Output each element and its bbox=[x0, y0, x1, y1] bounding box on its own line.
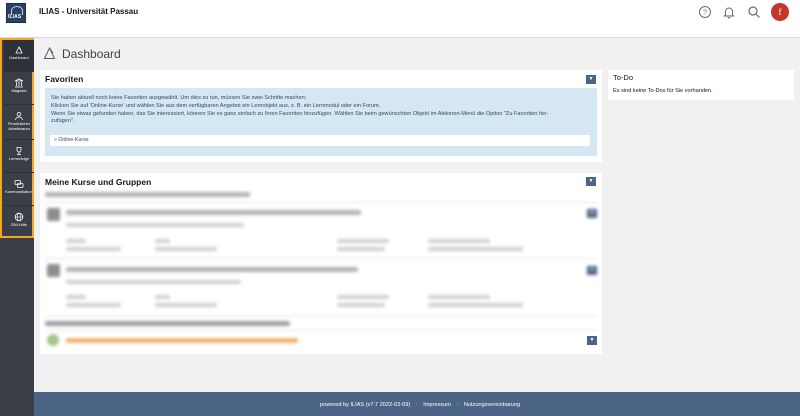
course-thumbnail bbox=[47, 208, 60, 221]
footer-separator: · bbox=[456, 402, 459, 408]
blurred-meta bbox=[66, 303, 121, 307]
courses-panel: Meine Kurse und Gruppen ▼ ▼ ▼ ▼ bbox=[40, 173, 602, 354]
blurred-meta bbox=[428, 239, 490, 243]
todo-heading: To-Do bbox=[613, 73, 634, 82]
row-separator bbox=[45, 258, 597, 259]
mainbar-item-magazin[interactable]: Magazin bbox=[4, 73, 34, 105]
top-header: ILIAS ILIAS - Universität Passau ? f bbox=[0, 0, 800, 38]
notification-bell-icon[interactable] bbox=[722, 5, 736, 19]
blurred-meta bbox=[66, 295, 86, 299]
mainbar-label: Lernerfolge bbox=[8, 156, 30, 161]
blurred-group-header bbox=[45, 321, 290, 326]
mainbar-label: Dashboard bbox=[9, 55, 29, 60]
info-line: Wenn Sie etwas gefunden haben, das Sie i… bbox=[51, 110, 549, 117]
blurred-course-subtitle bbox=[66, 223, 244, 227]
communication-icon bbox=[14, 180, 24, 188]
blurred-meta bbox=[337, 295, 389, 299]
blurred-meta bbox=[155, 303, 217, 307]
mainbar-item-lernerfolge[interactable]: Lernerfolge bbox=[4, 141, 34, 173]
info-line: zufügen". bbox=[51, 118, 75, 125]
mainbar-item-workspace[interactable]: Persönlicher Arbeitsraum bbox=[4, 106, 34, 140]
help-icon[interactable]: ? bbox=[698, 5, 712, 19]
mainbar-label: ZIM-Hilfe bbox=[10, 222, 28, 227]
footer-text: powered by ILIAS (v7.7 2022-03-09) · Imp… bbox=[320, 402, 524, 408]
blurred-course-title bbox=[66, 267, 358, 272]
blurred-meta bbox=[155, 239, 170, 243]
courses-collapse-button[interactable]: ▼ bbox=[586, 177, 596, 186]
trophy-icon bbox=[16, 147, 22, 155]
svg-text:?: ? bbox=[703, 10, 707, 17]
blurred-group-title bbox=[66, 338, 298, 343]
blurred-meta bbox=[66, 247, 121, 251]
blurred-group-header bbox=[45, 192, 250, 197]
blurred-meta bbox=[428, 303, 523, 307]
blurred-meta bbox=[66, 239, 86, 243]
blurred-meta bbox=[337, 247, 385, 251]
blurred-meta bbox=[155, 247, 217, 251]
courses-heading: Meine Kurse und Gruppen bbox=[45, 177, 152, 187]
row-separator bbox=[45, 315, 597, 316]
row-separator bbox=[45, 202, 597, 203]
todo-empty-message: Es sind keine To-Dos für Sie vorhanden. bbox=[613, 88, 713, 94]
online-courses-link[interactable]: » Online-Kurse bbox=[50, 135, 590, 146]
course-actions-button[interactable]: ▼ bbox=[587, 266, 597, 275]
course-thumbnail bbox=[47, 264, 60, 277]
dashboard-icon bbox=[15, 46, 23, 54]
user-avatar[interactable]: f bbox=[771, 3, 789, 21]
logo-text: ILIAS bbox=[8, 14, 22, 20]
workspace-icon bbox=[15, 112, 23, 121]
blurred-meta bbox=[428, 247, 523, 251]
favorites-collapse-button[interactable]: ▼ bbox=[586, 75, 596, 84]
favorites-info-text: Sie haben aktuell noch keine Favoriten a… bbox=[51, 95, 591, 126]
info-line: Sie haben aktuell noch keine Favoriten a… bbox=[51, 95, 307, 101]
ilias-logo[interactable]: ILIAS bbox=[6, 3, 26, 23]
mainbar-highlight: Dashboard Magazin Persönlicher Arbeitsra… bbox=[0, 38, 34, 238]
favorites-panel: Favoriten ▼ Sie haben aktuell noch keine… bbox=[40, 70, 602, 162]
mainbar-label: Kommunikation bbox=[5, 189, 33, 194]
blurred-meta bbox=[428, 295, 490, 299]
dashboard-page-icon bbox=[43, 46, 56, 59]
favorites-heading: Favoriten bbox=[45, 74, 84, 84]
mainbar-label: Magazin bbox=[11, 88, 27, 93]
group-actions-button[interactable]: ▼ bbox=[587, 336, 597, 345]
mainbar-item-dashboard[interactable]: Dashboard bbox=[4, 40, 34, 72]
page-title: Dashboard bbox=[62, 47, 121, 61]
blurred-meta bbox=[155, 295, 170, 299]
footer-separator: · bbox=[415, 402, 418, 408]
repository-icon bbox=[14, 78, 24, 88]
search-icon[interactable] bbox=[747, 5, 761, 19]
blurred-meta bbox=[337, 303, 385, 307]
mainbar-item-kommunikation[interactable]: Kommunikation bbox=[4, 174, 34, 206]
info-line: Klicken Sie auf 'Online-Kurse' und wähle… bbox=[51, 102, 381, 109]
blurred-meta bbox=[337, 239, 389, 243]
blurred-course-title bbox=[66, 210, 361, 215]
help-globe-icon bbox=[14, 212, 24, 222]
mainbar-label: Persönlicher Arbeitsraum bbox=[7, 121, 31, 131]
app-title: ILIAS - Universität Passau bbox=[39, 7, 139, 16]
impressum-link[interactable]: Impressum bbox=[423, 402, 451, 408]
footer-powered: powered by ILIAS (v7.7 2022-03-09) bbox=[320, 402, 411, 408]
row-separator bbox=[45, 330, 597, 331]
course-actions-button[interactable]: ▼ bbox=[587, 209, 597, 218]
terms-link[interactable]: Nutzungsvereinbarung bbox=[464, 402, 520, 408]
footer: powered by ILIAS (v7.7 2022-03-09) · Imp… bbox=[34, 392, 800, 416]
blurred-course-subtitle bbox=[66, 280, 241, 284]
group-thumbnail bbox=[47, 334, 59, 346]
mainbar-item-zim-hilfe[interactable]: ZIM-Hilfe bbox=[4, 207, 34, 239]
todo-panel: To-Do Es sind keine To-Dos für Sie vorha… bbox=[608, 70, 794, 100]
